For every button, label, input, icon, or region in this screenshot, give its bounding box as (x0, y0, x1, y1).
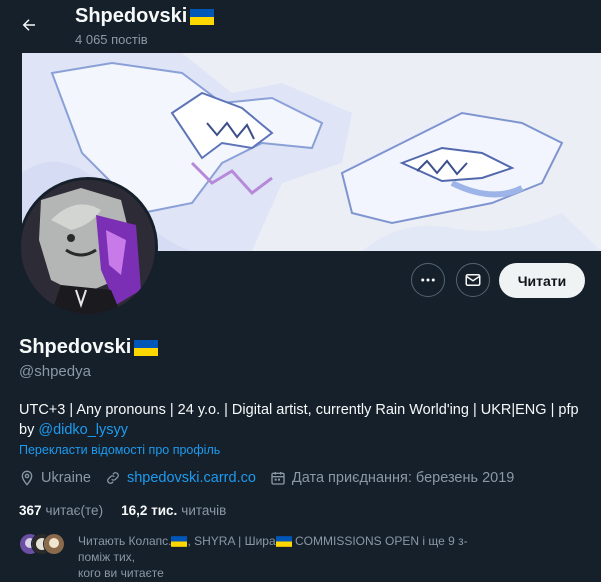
followed-by[interactable]: Читають Колапс., SHYRA | Шира COMMISSION… (19, 533, 599, 581)
follow-stats: 367 читає(те) 16,2 тис. читачів (19, 503, 244, 518)
location-text: Ukraine (41, 470, 91, 486)
follower-avatars (19, 533, 75, 555)
join-date: Дата приєднання: березень 2019 (270, 470, 514, 486)
website[interactable]: shpedovski.carrd.co (105, 470, 256, 486)
message-button[interactable] (456, 263, 490, 297)
profile-handle: @shpedya (19, 363, 91, 380)
followers-label: читачів (181, 503, 227, 518)
profile-name: Shpedovski (19, 336, 159, 359)
ukraine-flag-icon (190, 8, 215, 25)
profile-meta: Ukraine shpedovski.carrd.co Дата приєдна… (19, 470, 528, 486)
followers-count: 16,2 тис. (121, 503, 178, 518)
page-title: Shpedovski (75, 5, 215, 28)
profile-name-text: Shpedovski (19, 336, 132, 358)
location: Ukraine (19, 470, 91, 486)
calendar-icon (271, 472, 285, 485)
ukraine-flag-icon (275, 536, 292, 548)
ukraine-flag-icon (134, 339, 159, 356)
more-button[interactable] (411, 263, 445, 297)
arrow-left-icon (22, 19, 35, 31)
location-pin-icon (21, 470, 33, 486)
link-icon (107, 472, 119, 484)
join-date-text: Дата приєднання: березень 2019 (291, 470, 515, 486)
avatar-image (21, 180, 155, 314)
website-link[interactable]: shpedovski.carrd.co (127, 470, 256, 486)
back-button[interactable] (12, 8, 46, 42)
followed-by-text: Читають Колапс., SHYRA | Шира COMMISSION… (78, 533, 478, 581)
ukraine-flag-icon (171, 536, 188, 548)
translate-bio-link[interactable]: Перекласти відомості про профіль (19, 443, 220, 457)
bio-mention-link[interactable]: @didko_lysyy (38, 422, 128, 438)
followers-stat[interactable]: 16,2 тис. читачів (121, 503, 226, 518)
following-stat[interactable]: 367 читає(те) (19, 503, 103, 518)
mail-icon (465, 274, 481, 286)
profile-bio: UTC+3 | Any pronouns | 24 y.o. | Digital… (19, 400, 589, 440)
avatar[interactable] (18, 177, 158, 317)
following-count: 367 (19, 503, 42, 518)
following-label: читає(те) (45, 503, 104, 518)
followed-by-part: кого ви читаєте (78, 566, 164, 580)
post-count: 4 065 постів (75, 32, 148, 47)
follow-button[interactable]: Читати (499, 263, 585, 298)
top-bar: Shpedovski 4 065 постів (0, 0, 601, 52)
followed-by-part: , SHYRA | Шира (187, 534, 276, 548)
page-title-text: Shpedovski (75, 5, 188, 27)
more-icon (421, 278, 435, 282)
followed-by-part: Читають Колапс. (78, 534, 172, 548)
follower-avatar (43, 533, 65, 555)
